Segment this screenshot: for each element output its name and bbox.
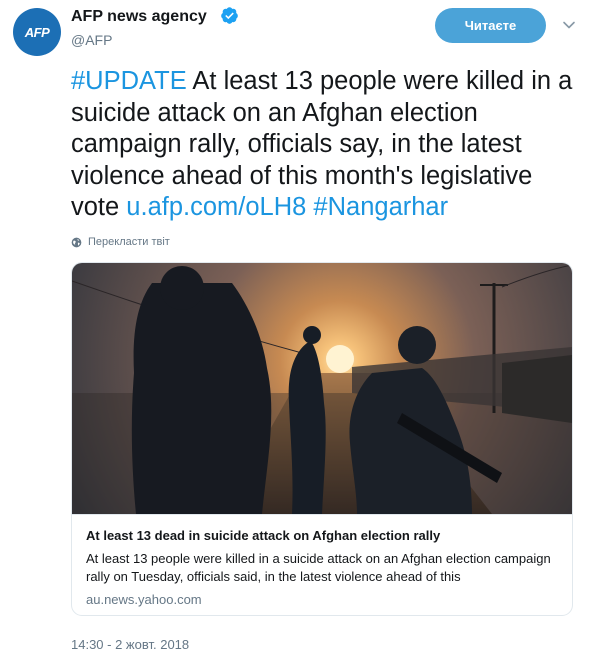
tweet-link[interactable]: u.afp.com/oLH8: [126, 193, 306, 221]
card-title: At least 13 dead in suicide attack on Af…: [86, 528, 441, 543]
avatar-logo-text: AFP: [24, 24, 50, 40]
hashtag-update[interactable]: #UPDATE: [71, 67, 187, 95]
tweet-timestamp[interactable]: 14:30 - 2 жовт. 2018: [71, 637, 189, 652]
globe-icon: [71, 237, 82, 247]
translate-label: Перекласти твіт: [88, 236, 170, 248]
hashtag-nangarhar[interactable]: #Nangarhar: [313, 193, 448, 221]
translate-tweet-link[interactable]: Перекласти твіт: [71, 236, 170, 248]
avatar[interactable]: AFP: [13, 8, 61, 56]
card-body[interactable]: At least 13 dead in suicide attack on Af…: [72, 514, 572, 615]
following-button[interactable]: Читаєте: [435, 8, 546, 43]
display-name[interactable]: AFP news agency: [71, 7, 207, 27]
tweet-text: #UPDATE At least 13 people were killed i…: [71, 66, 581, 224]
handle[interactable]: @AFP: [71, 31, 112, 49]
link-card[interactable]: At least 13 dead in suicide attack on Af…: [71, 262, 573, 616]
chevron-down-icon[interactable]: [561, 17, 577, 33]
card-description: At least 13 people were killed in a suic…: [86, 551, 551, 584]
verified-badge-icon: [221, 7, 238, 24]
card-photo: [72, 263, 572, 514]
tweet: AFP AFP news agency @AFP Читаєте #UPDATE…: [0, 0, 591, 669]
card-image[interactable]: [72, 263, 572, 514]
card-domain: au.news.yahoo.com: [86, 592, 202, 607]
